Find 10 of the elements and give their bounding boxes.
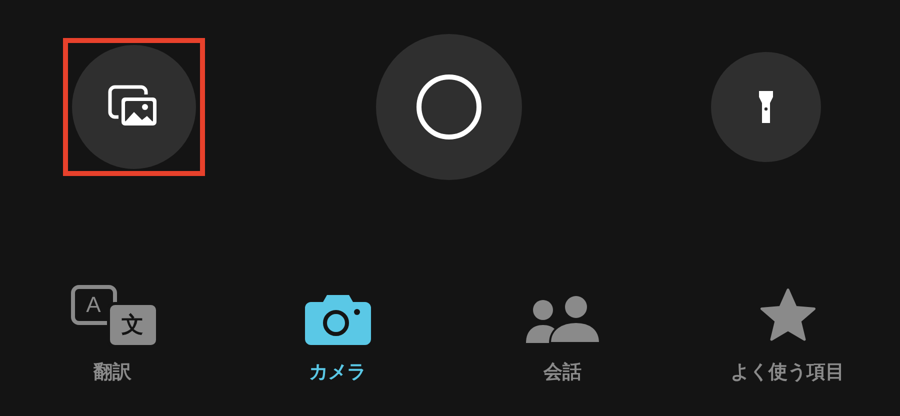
camera-icon [304, 293, 370, 345]
letter-glyph: A [86, 294, 101, 316]
tab-item[interactable]: カメラ [225, 283, 450, 388]
tab-item[interactable]: よく使う項目 [675, 283, 900, 388]
character-glyph: 文 [122, 314, 144, 336]
tab-item[interactable]: A 文 翻訳 [0, 283, 225, 388]
shutter-ring-icon [416, 74, 482, 140]
tab-item[interactable]: 会話 [450, 283, 675, 388]
people-icon [526, 295, 600, 345]
flashlight-icon [758, 89, 774, 125]
